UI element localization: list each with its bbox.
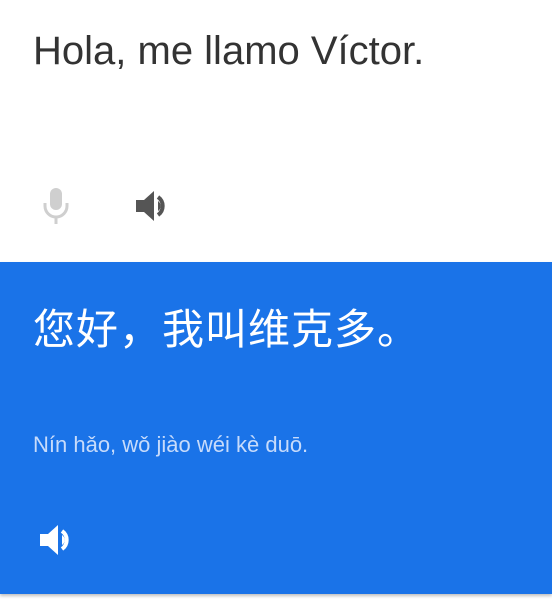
translation-listen-button[interactable] xyxy=(32,516,80,564)
speaker-icon xyxy=(136,191,165,221)
translation-panel: 您好，我叫维克多。 Nín hǎo, wǒ jiào wéi kè duō. xyxy=(0,262,552,594)
romanization-text: Nín hǎo, wǒ jiào wéi kè duō. xyxy=(33,432,309,457)
microphone-button[interactable] xyxy=(32,182,80,230)
source-panel: Hola, me llamo Víctor. xyxy=(0,0,552,262)
source-listen-button[interactable] xyxy=(128,182,176,230)
speaker-icon xyxy=(40,525,69,555)
translated-text[interactable]: 您好，我叫维克多。 xyxy=(33,300,420,360)
source-text[interactable]: Hola, me llamo Víctor. xyxy=(33,26,424,76)
microphone-icon xyxy=(43,188,69,224)
